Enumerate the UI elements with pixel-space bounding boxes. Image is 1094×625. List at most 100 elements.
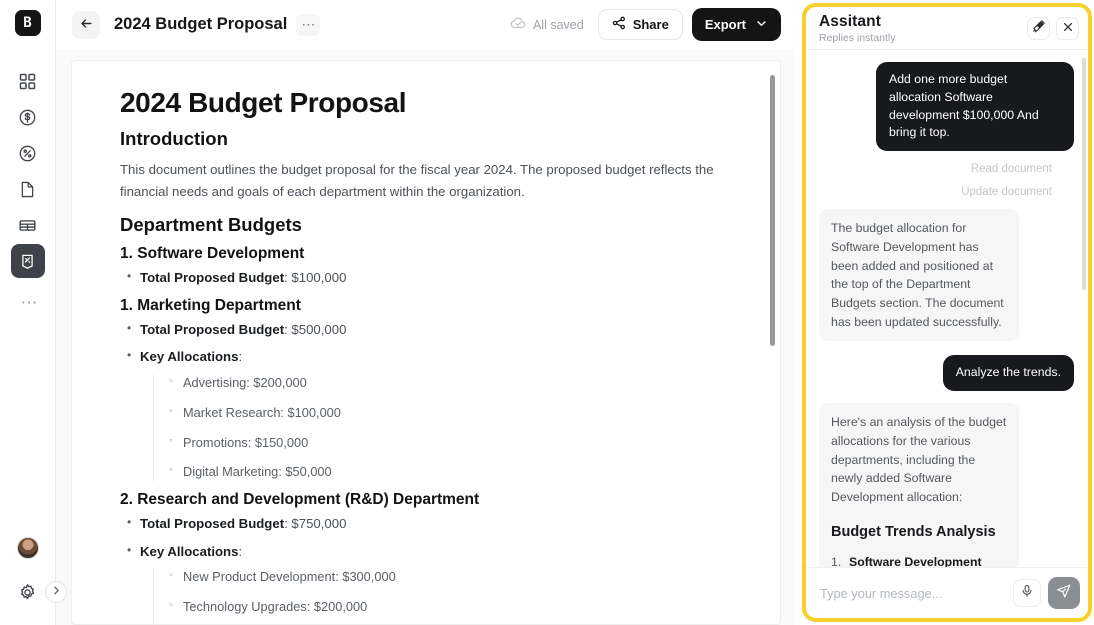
list-item: Total Proposed Budget: $100,000 bbox=[126, 268, 736, 287]
document-sheet: 2024 Budget Proposal Introduction This d… bbox=[71, 60, 781, 625]
assistant-header: Assitant Replies instantly bbox=[806, 7, 1088, 50]
save-status-label: All saved bbox=[532, 17, 584, 32]
list-item: Digital Marketing: $50,000 bbox=[169, 463, 736, 481]
department-list: Total Proposed Budget: $750,000 Key Allo… bbox=[126, 514, 736, 624]
department-list: Total Proposed Budget: $500,000 Key Allo… bbox=[126, 320, 736, 481]
arrow-left-icon bbox=[79, 16, 94, 34]
assistant-scrollbar[interactable] bbox=[1082, 58, 1086, 290]
assistant-subtitle: Replies instantly bbox=[819, 32, 896, 44]
export-label: Export bbox=[704, 17, 746, 32]
send-button[interactable] bbox=[1048, 577, 1080, 609]
sidebar-item-grid[interactable] bbox=[11, 64, 45, 98]
total-budget-value: : $100,000 bbox=[284, 269, 347, 285]
mic-button[interactable] bbox=[1013, 579, 1041, 607]
list-item: New Product Development: $300,000 bbox=[169, 568, 736, 586]
sparkle-document-icon bbox=[19, 253, 36, 270]
allocation-list: New Product Development: $300,000 Techno… bbox=[153, 568, 736, 624]
table-icon bbox=[18, 216, 37, 235]
gear-icon bbox=[18, 583, 37, 602]
cloud-check-icon bbox=[510, 15, 527, 35]
user-message: Analyze the trends. bbox=[942, 355, 1074, 392]
colon: : bbox=[238, 543, 243, 559]
sidebar-item-ai-doc[interactable] bbox=[10, 244, 45, 278]
list-item: Advertising: $200,000 bbox=[169, 374, 736, 392]
document-scrollbar[interactable] bbox=[770, 75, 775, 346]
list-item: Key Allocations: Advertising: $200,000 M… bbox=[126, 347, 736, 481]
department-heading: 2. Research and Development (R&D) Depart… bbox=[120, 490, 480, 508]
export-button[interactable]: Export bbox=[691, 8, 781, 41]
avatar[interactable] bbox=[16, 537, 39, 559]
assistant-message-heading: Budget Trends Analysis bbox=[831, 523, 996, 540]
list-item: Total Proposed Budget: $750,000 bbox=[126, 514, 736, 533]
share-icon bbox=[612, 16, 626, 33]
send-icon bbox=[1056, 583, 1072, 604]
share-label: Share bbox=[632, 17, 669, 32]
document-title: 2024 Budget Proposal bbox=[120, 87, 407, 118]
dollar-circle-icon bbox=[18, 108, 37, 127]
close-assistant-button[interactable] bbox=[1056, 17, 1079, 40]
message-input[interactable] bbox=[820, 585, 1013, 601]
section-heading-department-budgets: Department Budgets bbox=[120, 213, 302, 235]
sidebar-item-documents[interactable] bbox=[11, 172, 45, 206]
sidebar-item-finance[interactable] bbox=[11, 100, 45, 134]
assistant-message: Here's an analysis of the budget allocat… bbox=[819, 403, 1019, 567]
save-status: All saved bbox=[510, 15, 584, 35]
app-logo[interactable]: B bbox=[14, 10, 41, 36]
department-heading: 1. Software Development bbox=[120, 244, 305, 262]
introduction-paragraph: This document outlines the budget propos… bbox=[120, 162, 714, 199]
grid-icon bbox=[19, 73, 36, 90]
assistant-panel: Assitant Replies instantly Add one more … bbox=[802, 3, 1092, 622]
assistant-message-intro: Here's an analysis of the budget allocat… bbox=[831, 415, 1007, 505]
total-budget-value: : $750,000 bbox=[284, 515, 347, 531]
colon: : bbox=[238, 349, 243, 365]
total-budget-label: Total Proposed Budget bbox=[140, 321, 285, 337]
broom-icon bbox=[1032, 19, 1046, 38]
allocation-list: Advertising: $200,000 Market Research: $… bbox=[153, 374, 736, 481]
list-item: Market Research: $100,000 bbox=[169, 404, 736, 422]
document-canvas: 2024 Budget Proposal Introduction This d… bbox=[56, 49, 795, 625]
assistant-composer bbox=[806, 567, 1088, 618]
sidebar-item-more[interactable]: More⋯ bbox=[11, 286, 45, 320]
chevron-right-icon bbox=[51, 583, 62, 601]
list-item: Promotions: $150,000 bbox=[169, 434, 736, 452]
microphone-icon bbox=[1020, 584, 1034, 603]
percent-circle-icon bbox=[18, 144, 37, 163]
total-budget-value: : $500,000 bbox=[284, 321, 347, 337]
expand-sidebar-button[interactable] bbox=[45, 581, 67, 603]
list-item: Technology Upgrades: $200,000 bbox=[169, 598, 736, 616]
assistant-title: Assitant bbox=[819, 13, 881, 30]
analysis-list: Software Development Total Proposed Budg… bbox=[831, 553, 1007, 567]
left-sidebar-rail: B ⋯ bbox=[0, 0, 56, 625]
top-bar: 2024 Budget Proposal ⋯ All saved Share E… bbox=[56, 0, 795, 49]
document-icon bbox=[18, 180, 37, 199]
settings-button[interactable] bbox=[11, 575, 45, 609]
department-list: Total Proposed Budget: $100,000 bbox=[126, 268, 736, 287]
total-budget-label: Total Proposed Budget bbox=[140, 269, 285, 285]
back-button[interactable] bbox=[72, 10, 100, 39]
close-icon bbox=[1062, 20, 1074, 38]
title-more-button[interactable]: ⋯ bbox=[296, 13, 321, 36]
analysis-item-title: Software Development bbox=[849, 554, 982, 567]
sidebar-item-rates[interactable] bbox=[11, 136, 45, 170]
total-budget-label: Total Proposed Budget bbox=[140, 515, 285, 531]
key-allocations-label: Key Allocations bbox=[140, 543, 239, 559]
tool-status-read-document[interactable]: Read document bbox=[819, 163, 1074, 175]
assistant-messages[interactable]: Add one more budget allocation Software … bbox=[806, 50, 1088, 567]
assistant-header-text: Assitant Replies instantly bbox=[819, 13, 895, 44]
department-heading: 1. Marketing Department bbox=[120, 296, 301, 314]
tool-status-update-document[interactable]: Update document bbox=[819, 186, 1074, 198]
page-title: 2024 Budget Proposal bbox=[114, 15, 288, 33]
assistant-message: The budget allocation for Software Devel… bbox=[819, 209, 1019, 342]
chevron-down-icon bbox=[755, 17, 768, 33]
document-content[interactable]: 2024 Budget Proposal Introduction This d… bbox=[72, 61, 780, 624]
list-item: Key Allocations: New Product Development… bbox=[126, 542, 736, 624]
share-button[interactable]: Share bbox=[597, 9, 683, 40]
section-heading-introduction: Introduction bbox=[120, 128, 228, 149]
list-item: Total Proposed Budget: $500,000 bbox=[126, 320, 736, 339]
key-allocations-label: Key Allocations bbox=[140, 349, 239, 365]
more-dots-icon: More bbox=[17, 298, 21, 308]
user-message: Add one more budget allocation Software … bbox=[876, 62, 1074, 152]
clear-chat-button[interactable] bbox=[1027, 17, 1050, 40]
list-item: Software Development Total Proposed Budg… bbox=[831, 553, 1007, 567]
sidebar-item-tables[interactable] bbox=[11, 208, 45, 242]
